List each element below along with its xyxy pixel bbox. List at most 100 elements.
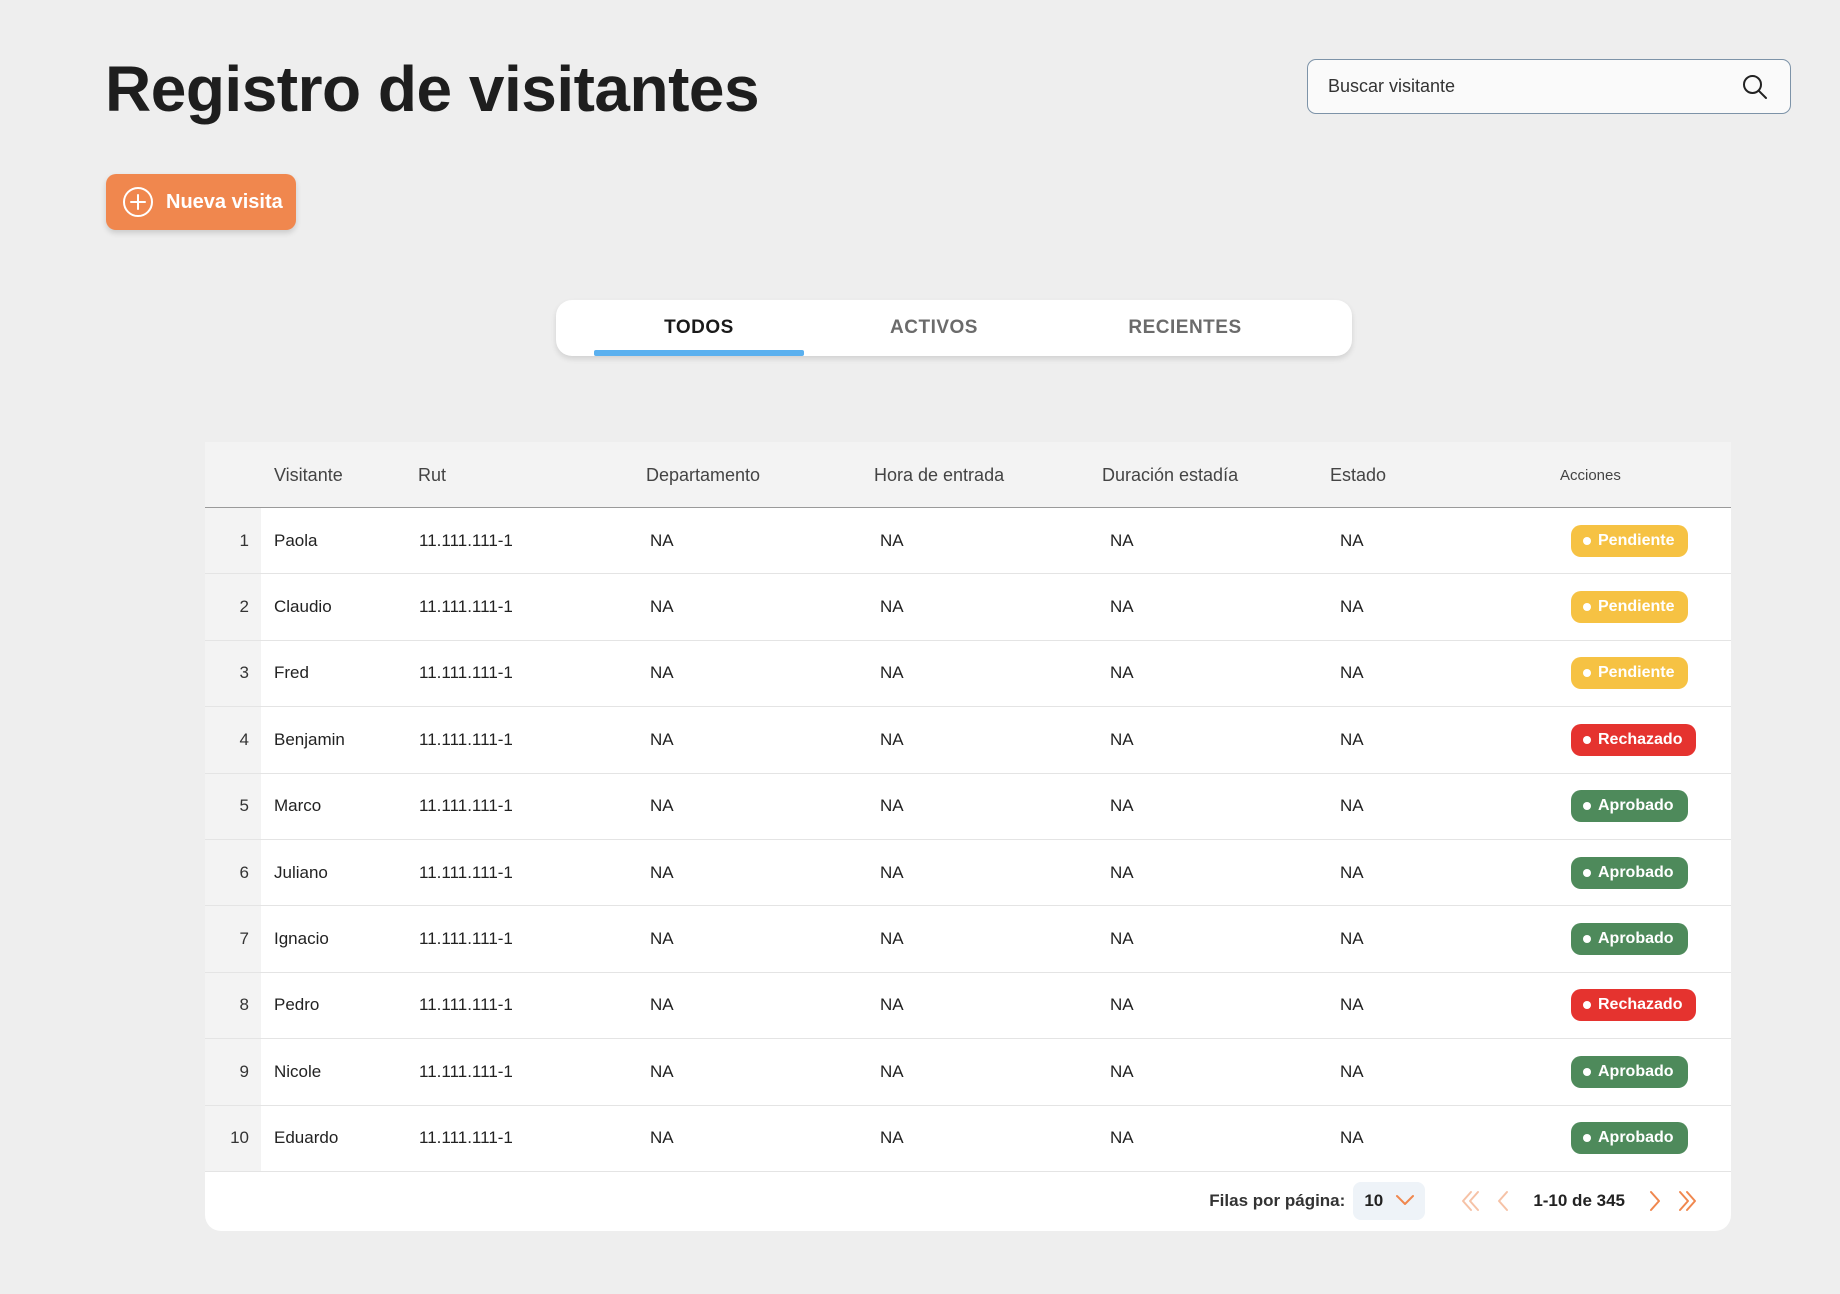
table-row[interactable]: 2 Claudio 11.111.111-1 NA NA NA NA Pendiente (205, 574, 1731, 641)
column-header-departamento[interactable]: Departamento (646, 442, 760, 508)
cell-hora-entrada: NA (880, 1061, 904, 1081)
double-chevron-left-icon[interactable] (1455, 1185, 1487, 1217)
cell-estado: NA (1340, 862, 1364, 882)
cell-hora-entrada: NA (880, 796, 904, 816)
column-header-rut[interactable]: Rut (418, 442, 446, 508)
row-number: 2 (205, 574, 261, 640)
row-number: 3 (205, 640, 261, 707)
status-badge[interactable]: Aprobado (1571, 1055, 1688, 1088)
cell-rut: 11.111.111-1 (419, 1061, 513, 1081)
cell-departamento: NA (650, 729, 674, 749)
new-visit-label: Nueva visita (166, 190, 283, 213)
cell-rut: 11.111.111-1 (419, 862, 513, 882)
status-badge[interactable]: Aprobado (1571, 790, 1688, 823)
status-badge-label: Rechazado (1598, 730, 1683, 748)
cell-duracion: NA (1110, 1061, 1134, 1081)
column-header-visitante[interactable]: Visitante (274, 442, 343, 508)
status-badge-label: Aprobado (1598, 930, 1674, 948)
search-box[interactable] (1307, 59, 1791, 114)
cell-rut: 11.111.111-1 (419, 1128, 513, 1148)
column-header-estado[interactable]: Estado (1330, 442, 1386, 508)
status-badge[interactable]: Aprobado (1571, 856, 1688, 889)
search-input[interactable] (1328, 76, 1740, 97)
cell-departamento: NA (650, 1128, 674, 1148)
status-badge[interactable]: Aprobado (1571, 1122, 1688, 1155)
cell-estado: NA (1340, 1061, 1364, 1081)
row-number: 7 (205, 906, 261, 972)
cell-visitante: Marco (274, 796, 322, 816)
column-header-hora-entrada[interactable]: Hora de entrada (874, 442, 1004, 508)
row-number: 10 (205, 1105, 261, 1171)
cell-rut: 11.111.111-1 (419, 597, 513, 617)
status-badge[interactable]: Aprobado (1571, 923, 1688, 956)
table-row[interactable]: 5 Marco 11.111.111-1 NA NA NA NA Aprobado (205, 773, 1731, 840)
rows-per-page-select[interactable]: 10 (1353, 1182, 1426, 1220)
pagination-range: 1-10 de 345 (1533, 1191, 1625, 1210)
tab-bar: TODOS ACTIVOS RECIENTES (556, 300, 1352, 356)
tab-todos[interactable]: TODOS (594, 300, 804, 356)
column-header-duracion[interactable]: Duración estadía (1102, 442, 1238, 508)
table-row[interactable]: 10 Eduardo 11.111.111-1 NA NA NA NA Aprobado (205, 1105, 1731, 1172)
table-header: Visitante Rut Departamento Hora de entra… (205, 442, 1731, 508)
status-badge[interactable]: Pendiente (1571, 524, 1689, 557)
table-row[interactable]: 3 Fred 11.111.111-1 NA NA NA NA Pendiente (205, 640, 1731, 708)
visitors-table: Visitante Rut Departamento Hora de entra… (205, 442, 1731, 1231)
status-dot-icon (1583, 1067, 1591, 1076)
status-dot-icon (1583, 735, 1591, 744)
cell-visitante: Paola (274, 530, 318, 550)
cell-departamento: NA (650, 597, 674, 617)
cell-estado: NA (1340, 597, 1364, 617)
chevron-right-icon[interactable] (1639, 1185, 1671, 1217)
status-dot-icon (1583, 669, 1591, 678)
cell-departamento: NA (650, 530, 674, 550)
status-dot-icon (1583, 935, 1591, 944)
cell-duracion: NA (1110, 796, 1134, 816)
cell-visitante: Fred (274, 663, 309, 683)
cell-estado: NA (1340, 1128, 1364, 1148)
chevron-down-icon (1395, 1191, 1415, 1211)
cell-rut: 11.111.111-1 (419, 663, 513, 683)
cell-visitante: Eduardo (274, 1128, 339, 1148)
status-dot-icon (1583, 802, 1591, 811)
status-dot-icon (1583, 868, 1591, 877)
table-row[interactable]: 4 Benjamin 11.111.111-1 NA NA NA NA Rechazado (205, 707, 1731, 774)
cell-duracion: NA (1110, 929, 1134, 949)
status-badge[interactable]: Rechazado (1571, 723, 1697, 756)
status-badge[interactable]: Pendiente (1571, 657, 1689, 690)
cell-hora-entrada: NA (880, 995, 904, 1015)
cell-hora-entrada: NA (880, 530, 904, 550)
table-row[interactable]: 6 Juliano 11.111.111-1 NA NA NA NA Aprobado (205, 839, 1731, 907)
status-badge[interactable]: Pendiente (1571, 591, 1689, 624)
cell-duracion: NA (1110, 530, 1134, 550)
column-header-acciones: Acciones (1560, 466, 1621, 484)
status-badge-label: Aprobado (1598, 797, 1674, 815)
plus-circle-icon (122, 186, 154, 218)
status-badge[interactable]: Rechazado (1571, 989, 1697, 1022)
search-icon[interactable] (1740, 72, 1770, 102)
cell-rut: 11.111.111-1 (419, 995, 513, 1015)
cell-hora-entrada: NA (880, 1128, 904, 1148)
page-title: Registro de visitantes (105, 53, 760, 125)
status-badge-label: Pendiente (1598, 664, 1675, 682)
cell-duracion: NA (1110, 663, 1134, 683)
chevron-left-icon[interactable] (1487, 1185, 1519, 1217)
tab-recientes[interactable]: RECIENTES (1102, 300, 1268, 356)
tab-activos[interactable]: ACTIVOS (854, 300, 1014, 356)
row-number: 6 (205, 839, 261, 906)
cell-duracion: NA (1110, 995, 1134, 1015)
row-number: 1 (205, 508, 261, 574)
table-row[interactable]: 1 Paola 11.111.111-1 NA NA NA NA Pendiente (205, 508, 1731, 575)
cell-rut: 11.111.111-1 (419, 530, 513, 550)
cell-hora-entrada: NA (880, 929, 904, 949)
status-dot-icon (1583, 1134, 1591, 1143)
row-number: 4 (205, 707, 261, 773)
cell-duracion: NA (1110, 862, 1134, 882)
table-row[interactable]: 9 Nicole 11.111.111-1 NA NA NA NA Aprobado (205, 1039, 1731, 1106)
table-row[interactable]: 7 Ignacio 11.111.111-1 NA NA NA NA Aprobado (205, 906, 1731, 973)
cell-visitante: Pedro (274, 995, 320, 1015)
status-badge-label: Pendiente (1598, 531, 1675, 549)
table-row[interactable]: 8 Pedro 11.111.111-1 NA NA NA NA Rechazado (205, 972, 1731, 1040)
new-visit-button[interactable]: Nueva visita (106, 174, 296, 230)
double-chevron-right-icon[interactable] (1671, 1185, 1703, 1217)
cell-departamento: NA (650, 929, 674, 949)
